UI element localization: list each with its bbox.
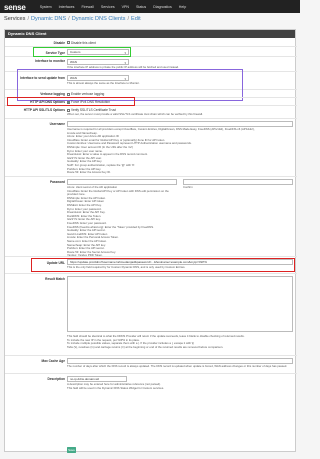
menu-services[interactable]: Services [101, 5, 115, 9]
description-help-line: This field will be used in the Dynamic D… [67, 385, 164, 390]
breadcrumb-clients[interactable]: Dynamic DNS Clients [72, 16, 126, 22]
verbose-control: Enable verbose logging [67, 92, 104, 96]
result-match-help: This field should be identical to what t… [67, 334, 293, 349]
save-button[interactable]: Save [67, 447, 76, 453]
result-match-row: Result Match This field should be identi… [5, 274, 297, 356]
interface-monitor-value: WAN [70, 59, 77, 64]
menu-status[interactable]: Status [136, 5, 146, 9]
disable-label: Disable [53, 41, 65, 45]
description-help: A description may be entered here for ad… [67, 382, 293, 390]
breadcrumb-edit[interactable]: Edit [131, 16, 141, 22]
result-match-help-line: Tabs (\t), newlines (\n) and carriage re… [67, 344, 224, 349]
password-label: Password [49, 180, 65, 184]
verbose-label: Verbose logging [40, 92, 65, 96]
username-help: Username is required for all providers e… [67, 127, 293, 175]
save-label: Save [68, 448, 75, 452]
breadcrumb-separator: / [68, 15, 70, 22]
result-match-textarea[interactable] [67, 276, 293, 332]
password-row: Password Confirm Azure: client secret of… [5, 177, 297, 257]
service-type-highlight [33, 47, 131, 57]
password-help: Azure: client secret of the AD applicati… [67, 185, 177, 258]
disable-text: Disable this client [71, 40, 96, 45]
menu-firewall[interactable]: Firewall [81, 5, 93, 9]
force-ipv4-highlight [7, 97, 135, 106]
top-menu: System Interfaces Firewall Services VPN … [40, 5, 194, 9]
brand-name: sense [4, 3, 26, 12]
password-confirm-label: Confirm [183, 184, 193, 189]
description-row: Description no-ip.ddns.domain.wil A desc… [5, 374, 297, 394]
breadcrumb-separator: / [127, 15, 130, 22]
max-cache-age-label: Max Cache Age [41, 359, 65, 363]
ssl-help: When set, the server must provide a vali… [67, 112, 203, 116]
breadcrumb-separator: / [27, 15, 30, 22]
password-confirm-input[interactable] [183, 179, 293, 185]
username-row: Username Username is required for all pr… [5, 119, 297, 177]
max-cache-age-help: The number of days after which the DNS r… [67, 364, 288, 368]
username-help-line: Route 53: Enter the Access Key ID. [67, 170, 111, 175]
username-label: Username [49, 122, 65, 126]
description-label: Description [47, 377, 65, 381]
ssl-label: HTTP API SSL/TLS Options [23, 108, 65, 112]
interface-monitor-select[interactable]: WAN ▾ [67, 58, 129, 65]
panel-title: Dynamic DNS Client [5, 30, 295, 38]
ddns-client-panel: Dynamic DNS Client Disable Disable this … [4, 29, 297, 453]
menu-help[interactable]: Help [179, 5, 186, 9]
menu-vpn[interactable]: VPN [122, 5, 129, 9]
menu-system[interactable]: System [40, 5, 52, 9]
verbose-text: Enable verbose logging [71, 92, 105, 96]
interface-monitor-label: Interface to monitor [35, 59, 65, 63]
breadcrumb-dynamic-dns[interactable]: Dynamic DNS [31, 16, 66, 22]
update-url-highlight [31, 258, 295, 272]
breadcrumb: Services / Dynamic DNS / Dynamic DNS Cli… [0, 13, 300, 24]
disable-row: Disable Disable this client [5, 38, 297, 47]
disable-checkbox[interactable] [67, 41, 70, 45]
menu-interfaces[interactable]: Interfaces [59, 5, 75, 9]
verbose-checkbox[interactable] [67, 92, 70, 96]
ssl-row: HTTP API SSL/TLS Options Verify SSL/TLS … [5, 106, 297, 119]
result-match-label: Result Match [45, 277, 65, 281]
top-navbar: sense COMMUNITY EDITION System Interface… [0, 0, 300, 16]
disable-control: Disable this client [67, 41, 96, 45]
breadcrumb-services[interactable]: Services [4, 16, 25, 22]
menu-diagnostics[interactable]: Diagnostics [153, 5, 172, 9]
max-cache-age-row: Max Cache Age The number of days after w… [5, 356, 297, 374]
